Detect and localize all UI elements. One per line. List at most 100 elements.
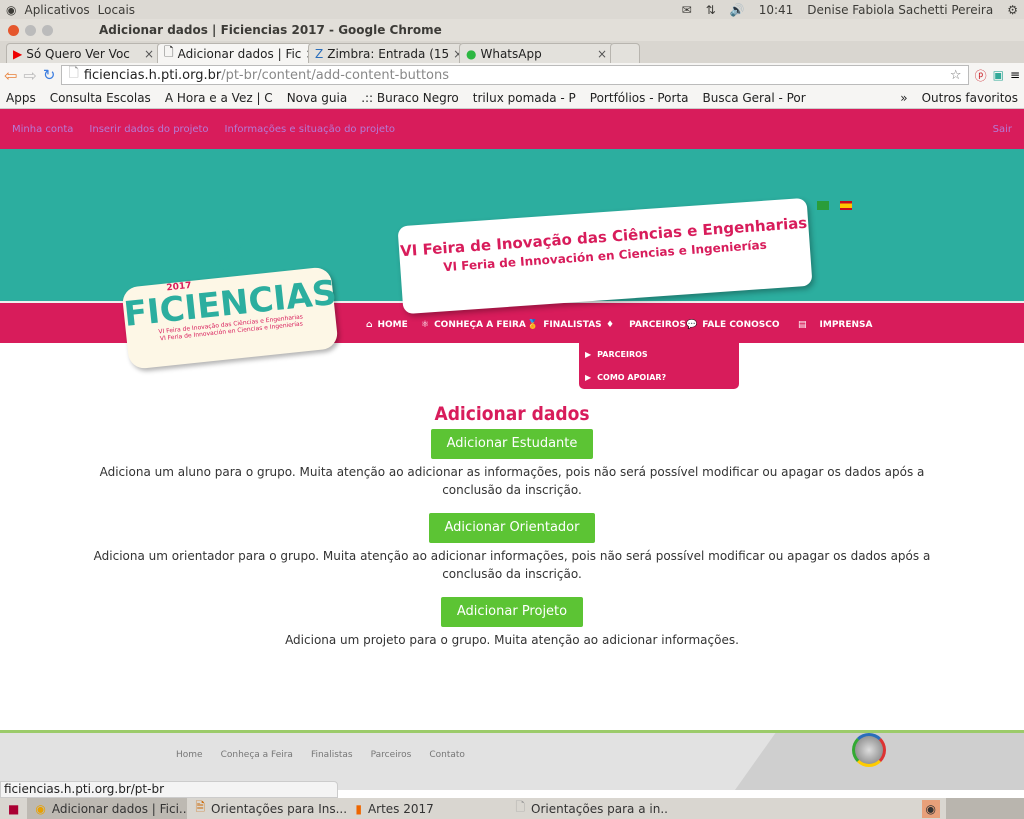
toolbar: ⇦ ⇨ ↻ 🗋 ficiencias.h.pti.org.br/pt-br/con… [0,63,1024,87]
caret-right-icon: ▶ [585,373,592,382]
close-window-button[interactable] [8,24,19,36]
more-bookmarks-button[interactable]: » [900,91,907,105]
user-menu[interactable]: Denise Fabiola Sachetti Pereira [807,3,993,17]
dropdown-item-parceiros[interactable]: ▶ PARCEIROS [579,343,739,366]
back-icon[interactable]: ⇦ [4,66,17,85]
footer-link-conheca[interactable]: Conheça a Feira [221,750,293,760]
bookmark-outros-favoritos[interactable]: Outros favoritos [922,91,1018,105]
home-icon: ⌂ [366,320,373,330]
menu-aplicativos[interactable]: Aplicativos [24,3,89,17]
minimize-button[interactable] [25,24,36,36]
bookmarks-bar: Apps Consulta Escolas A Hora e a Vez | C… [0,87,1024,109]
add-project-button[interactable]: Adicionar Projeto [440,597,584,627]
bookmark-a-hora-e-a-vez[interactable]: A Hora e a Vez | C [165,91,273,105]
tab-adicionar-dados[interactable]: 🗋Adicionar dados | Fic× [157,43,312,63]
whatsapp-icon: ● [466,46,477,61]
nav-label: IMPRENSA [819,320,873,330]
tab-label: Adicionar dados | Fic [177,46,302,61]
bookmark-apps[interactable]: Apps [6,91,36,105]
bookmark-busca-geral[interactable]: Busca Geral - Por [703,91,806,105]
nav-fale-conosco[interactable]: 💬 FALE CONOSCO [686,320,780,330]
nav-home[interactable]: ⌂ HOME [366,320,408,330]
ubuntu-icon[interactable]: ◉ [6,3,16,17]
zimbra-icon: Z [315,46,324,61]
nav-label: FINALISTAS [543,320,602,330]
bookmark-portfolios[interactable]: Portfólios - Porta [590,91,689,105]
bookmark-consulta-escolas[interactable]: Consulta Escolas [50,91,151,105]
status-bubble: ficiencias.h.pti.org.br/pt-br [0,781,338,798]
link-minha-conta[interactable]: Minha conta [12,124,73,135]
workspace-switcher[interactable] [946,798,1024,819]
description-line: conclusão da inscrição. [442,483,582,497]
tab-youtube[interactable]: ▶ Só Quero Ver Voc × [6,43,161,63]
footer-link-home[interactable]: Home [176,750,203,760]
footer-link-finalistas[interactable]: Finalistas [311,750,353,760]
clock[interactable]: 10:41 [759,3,794,17]
page-title: Adicionar dados [434,403,590,425]
nav-imprensa[interactable]: ▤ IMPRENSA [798,320,872,330]
caret-right-icon: ▶ [585,350,592,359]
footer-link-parceiros[interactable]: Parceiros [371,750,412,760]
window-title: Adicionar dados | Ficiencias 2017 - Goog… [99,23,442,37]
flag-spain-icon[interactable] [840,201,852,210]
description-line: Adiciona um orientador para o grupo. Mui… [93,549,931,563]
pti-logo-icon[interactable] [852,733,886,767]
menu-icon[interactable]: ≡ [1010,68,1020,82]
bookmark-buraco-negro[interactable]: .:: Buraco Negro [361,91,459,105]
tab-whatsapp[interactable]: ● WhatsApp × [459,43,614,63]
extension-icon[interactable]: ▣ [993,68,1004,82]
document-icon: 🗎 [195,800,205,814]
dropdown-item-como-apoiar[interactable]: ▶ COMO APOIAR? [579,366,739,389]
bookmark-trilux[interactable]: trilux pomada - P [473,91,576,105]
close-icon[interactable]: × [597,47,607,61]
taskbar-chrome[interactable]: ◉ Adicionar dados | Fici... [27,798,188,819]
chat-icon: 💬 [686,320,698,330]
taskbar-artes[interactable]: ▮ Artes 2017 [347,798,507,819]
bookmark-nova-guia[interactable]: Nova guia [287,91,348,105]
gear-icon[interactable]: ⚙ [1007,3,1018,17]
add-student-button[interactable]: Adicionar Estudante [430,429,594,459]
nav-finalistas[interactable]: 🏅 FINALISTAS [527,320,602,330]
star-icon[interactable]: ☆ [950,68,962,83]
show-desktop-icon[interactable]: ■ [0,802,27,816]
pinterest-icon[interactable]: ⓟ [975,67,987,84]
forward-icon[interactable]: ⇨ [23,66,36,85]
url-host: ficiencias.h.pti.org.br [83,67,222,83]
tab-strip: ▶ Só Quero Ver Voc × 🗋 Adicionar dados | Fi… [0,41,1024,63]
footer-link-contato[interactable]: Contato [429,750,465,760]
tab-zimbra[interactable]: ZZimbra: Entrada (15× [308,43,463,63]
add-advisor-button[interactable]: Adicionar Orientador [428,513,596,543]
dropdown-label: PARCEIROS [597,350,648,359]
logout-link[interactable]: Sair [993,124,1012,135]
maximize-button[interactable] [42,24,53,36]
chrome-tray-icon[interactable]: ◉ [921,799,940,818]
flag-brazil-icon[interactable] [817,201,829,210]
reload-icon[interactable]: ↻ [43,66,56,84]
link-inserir-dados[interactable]: Inserir dados do projeto [89,124,208,135]
mail-icon[interactable]: ✉ [682,3,692,17]
document-icon: ▤ [798,320,807,330]
nav-conheca-a-feira[interactable]: ⚛ CONHEÇA A FEIRA [421,320,526,330]
taskbar-orientacoes-ins[interactable]: 🗎 Orientações para Ins... [187,798,347,819]
taskbar-orientacoes-a[interactable]: 🗋 Orientações para a in... [507,798,667,819]
nav-label: CONHEÇA A FEIRA [434,320,526,330]
folder-icon: ▮ [355,801,362,816]
page-icon: 🗋 [68,66,79,81]
close-icon[interactable]: × [144,47,154,61]
nav-label: FALE CONOSCO [702,320,780,330]
nav-label: HOME [377,320,408,330]
task-label: Orientações para a in... [531,801,668,816]
nav-parceiros[interactable]: ♦ PARCEIROS [606,320,686,330]
volume-icon[interactable]: 🔊 [730,3,745,17]
ficiencias-logo[interactable]: ⚛ 2017 FICIENCIAS VI Feira de Inovação d… [121,215,339,375]
description-line: conclusão da inscrição. [442,567,582,581]
address-bar[interactable]: 🗋 ficiencias.h.pti.org.br/pt-br/content/a… [61,65,969,85]
nav-label: PARCEIROS [629,320,686,330]
atom-icon: ⚛ [421,320,430,330]
menu-locais[interactable]: Locais [98,3,135,17]
network-icon[interactable]: ⇅ [706,3,716,17]
tab-label: WhatsApp [480,46,542,61]
link-informacoes[interactable]: Informações e situação do projeto [225,124,396,135]
os-top-bar: ◉ Aplicativos Locais ✉ ⇅ 🔊 10:41 Denise … [0,0,1024,19]
new-tab-button[interactable] [610,43,640,63]
